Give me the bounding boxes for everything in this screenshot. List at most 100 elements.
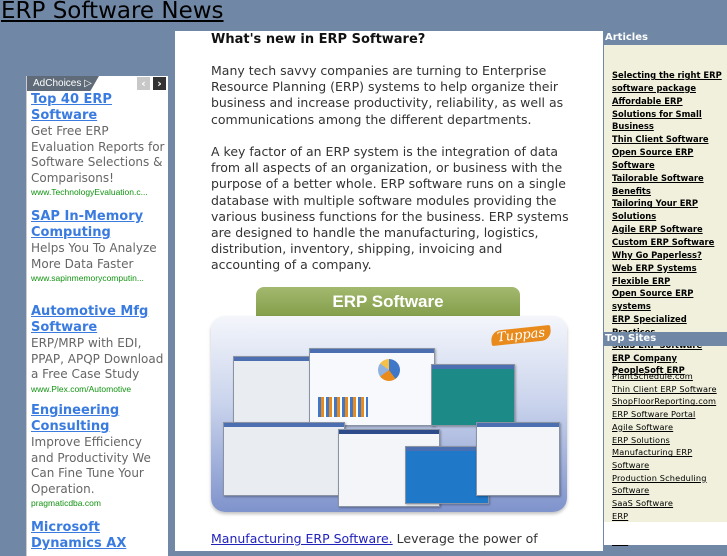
- ad-description: Helps You To Analyze More Data Faster: [31, 241, 157, 271]
- articles-list: Selecting the right ERP software package…: [612, 68, 726, 376]
- top-site-item: ShopFloorReporting.com: [612, 394, 726, 407]
- article-link[interactable]: Agile ERP Software: [612, 224, 703, 234]
- article-item: Open Source ERP Software: [612, 145, 726, 171]
- ad-title-line[interactable]: Computing: [31, 225, 111, 240]
- manufacturing-erp-link[interactable]: Manufacturing ERP Software.: [211, 531, 393, 546]
- article-item: Web ERP Systems: [612, 261, 726, 274]
- ad-item[interactable]: Top 40 ERP Software Get Free ERP Evaluati…: [31, 92, 165, 199]
- ad-title-line[interactable]: Top 40 ERP: [31, 92, 112, 107]
- article-link[interactable]: ERP Company: [612, 353, 677, 363]
- ad-item[interactable]: SAP In-Memory Computing Helps You To Anal…: [31, 209, 165, 285]
- top-sites-list: PlantSchedule.com Thin Client ERP Softwa…: [612, 369, 726, 547]
- ad-title-line[interactable]: Engineering: [31, 403, 119, 418]
- paragraph-text: Leverage the power of: [392, 531, 538, 546]
- article-link[interactable]: Selecting the right ERP software package: [612, 70, 722, 93]
- article-link[interactable]: Thin Client Software: [612, 134, 709, 144]
- chevron-right-icon[interactable]: ›: [153, 77, 166, 90]
- top-sites-heading: Top Sites: [604, 332, 727, 346]
- top-site-item: Manufacturing ERP Software: [612, 445, 726, 470]
- top-site-link[interactable]: ERP Solutions: [612, 435, 670, 445]
- article-item: Tailoring Your ERP Solutions: [612, 196, 726, 222]
- article-item: Affordable ERP Solutions for Small Busin…: [612, 94, 726, 133]
- ad-item[interactable]: Microsoft Dynamics AX: [31, 520, 165, 552]
- ad-title[interactable]: Microsoft Dynamics AX: [31, 520, 165, 552]
- screenshot-thumb: [309, 348, 435, 426]
- top-site-link[interactable]: SaaS Software: [612, 498, 673, 508]
- article-item: Flexible ERP: [612, 274, 726, 287]
- articles-heading: Articles: [604, 31, 727, 45]
- top-site-item: SaaS Software: [612, 496, 726, 509]
- top-site-link[interactable]: ERP: [612, 511, 628, 521]
- page-heading: What's new in ERP Software?: [211, 32, 426, 47]
- top-site-link[interactable]: PlantSchedule.com: [612, 371, 693, 381]
- ad-item[interactable]: Automotive Mfg Software ERP/MRP with EDI,…: [31, 304, 165, 396]
- ad-url[interactable]: www.sapinmemorycomputin...: [31, 272, 165, 285]
- top-site-item: Thin Client ERP Software: [612, 382, 726, 395]
- article-item: Why Go Paperless?: [612, 248, 726, 261]
- article-item: Open Source ERP systems: [612, 286, 726, 312]
- ad-title[interactable]: Top 40 ERP Software: [31, 92, 165, 124]
- adchoices-bar: AdChoices ▷ ‹ ›: [27, 76, 168, 91]
- screenshot-thumb: [431, 364, 515, 426]
- top-site-item: PlantSchedule.com: [612, 369, 726, 382]
- article-link[interactable]: Why Go Paperless?: [612, 250, 702, 260]
- top-site-link[interactable]: ShopFloorReporting.com: [612, 396, 716, 406]
- article-link[interactable]: Custom ERP Software: [612, 237, 714, 247]
- ad-description: Improve Efficiency and Productivity We C…: [31, 435, 151, 496]
- top-site-item: Production Scheduling Software: [612, 471, 726, 496]
- pie-chart-icon: [378, 359, 400, 381]
- article-item: Tailorable Software Benefits: [612, 171, 726, 197]
- ad-description: ERP/MRP with EDI, PPAP, APQP Download a …: [31, 336, 164, 381]
- chevron-left-icon[interactable]: ‹: [137, 77, 150, 90]
- banner-body: Tuppas: [211, 316, 567, 512]
- article-link[interactable]: Affordable ERP Solutions for Small Busin…: [612, 96, 702, 132]
- screenshot-thumb: [476, 422, 560, 496]
- top-site-link[interactable]: ERP Software Portal: [612, 409, 695, 419]
- adchoices-link[interactable]: AdChoices ▷: [27, 76, 99, 91]
- erp-software-banner-image: ERP Software Tuppas: [211, 285, 568, 513]
- article-item: Agile ERP Software: [612, 222, 726, 235]
- top-site-link[interactable]: Thin Client ERP Software: [612, 384, 717, 394]
- article-link[interactable]: Open Source ERP systems: [612, 288, 693, 311]
- ad-panel: AdChoices ▷ ‹ › Top 40 ERP Software Get F…: [26, 76, 168, 556]
- article-link[interactable]: Tailorable Software Benefits: [612, 173, 704, 196]
- ad-item[interactable]: Engineering Consulting Improve Efficiency…: [31, 403, 165, 510]
- top-site-link[interactable]: Manufacturing ERP Software: [612, 447, 692, 470]
- body-paragraph: A key factor of an ERP system is the int…: [211, 144, 569, 273]
- ad-title[interactable]: Automotive Mfg Software: [31, 304, 165, 336]
- ad-title-line[interactable]: Consulting: [31, 419, 109, 434]
- article-link[interactable]: Tailoring Your ERP Solutions: [612, 198, 698, 221]
- ad-title-line[interactable]: SAP In-Memory: [31, 209, 143, 224]
- ad-url[interactable]: www.TechnologyEvaluation.c...: [31, 186, 165, 199]
- article-item: Selecting the right ERP software package: [612, 68, 726, 94]
- site-title[interactable]: ERP Software News: [1, 0, 224, 24]
- tuppas-logo: Tuppas: [490, 324, 552, 347]
- ad-title-line[interactable]: Microsoft: [31, 520, 100, 535]
- ad-title-line[interactable]: Dynamics AX: [31, 536, 126, 551]
- bar-chart-icon: [318, 397, 368, 417]
- screenshot-thumb: [223, 422, 345, 496]
- main-content: What's new in ERP Software? Many tech sa…: [175, 31, 603, 551]
- right-sidebar: Articles Selecting the right ERP softwar…: [604, 31, 727, 547]
- sidebar-footer-space: [604, 522, 727, 545]
- article-item: Thin Client Software: [612, 132, 726, 145]
- ad-description: Get Free ERP Evaluation Reports for Soft…: [31, 124, 165, 185]
- ad-url[interactable]: www.Plex.com/Automotive: [31, 383, 165, 396]
- top-site-item: Agile Software: [612, 420, 726, 433]
- article-link[interactable]: Open Source ERP Software: [612, 147, 693, 170]
- article-item: ERP Company: [612, 351, 726, 364]
- ad-url[interactable]: pragmaticdba.com: [31, 497, 165, 510]
- top-site-item: ERP: [612, 509, 726, 522]
- screenshot-thumb: [233, 356, 313, 424]
- ad-title[interactable]: SAP In-Memory Computing: [31, 209, 165, 241]
- article-link[interactable]: Flexible ERP: [612, 276, 670, 286]
- top-site-link[interactable]: Agile Software: [612, 422, 673, 432]
- ad-title-line[interactable]: Software: [31, 320, 97, 335]
- ad-title-line[interactable]: Automotive Mfg: [31, 304, 148, 319]
- top-site-link[interactable]: Production Scheduling Software: [612, 473, 707, 496]
- intro-paragraph: Many tech savvy companies are turning to…: [211, 63, 564, 127]
- ad-title[interactable]: Engineering Consulting: [31, 403, 165, 435]
- article-link[interactable]: Web ERP Systems: [612, 263, 697, 273]
- ad-title-line[interactable]: Software: [31, 108, 97, 123]
- top-site-item: ERP Software Portal: [612, 407, 726, 420]
